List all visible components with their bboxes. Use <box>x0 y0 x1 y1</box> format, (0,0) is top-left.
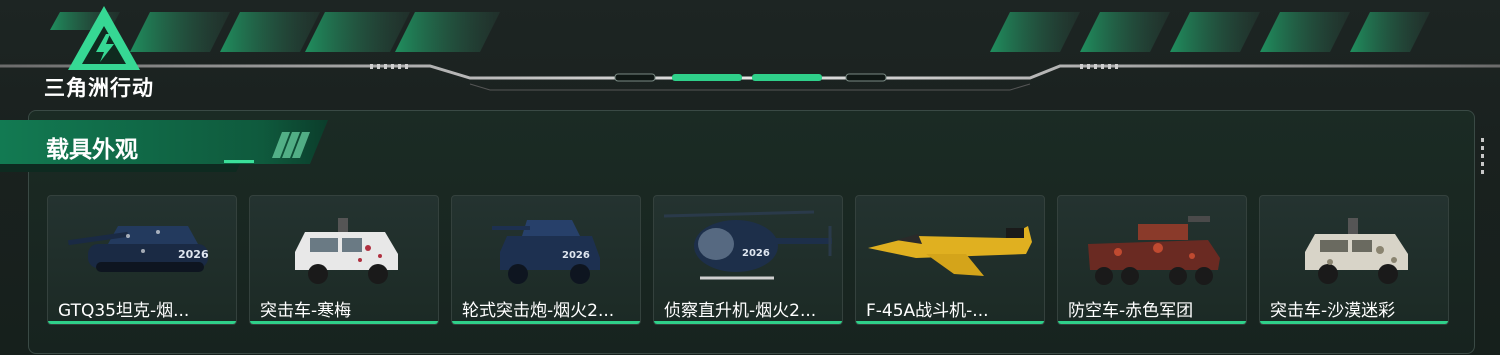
vehicle-card[interactable]: 突击车-寒梅 <box>249 195 439 325</box>
logo-wordmark: 三角洲行动 <box>44 76 154 100</box>
section-title: 载具外观 <box>46 137 138 163</box>
rarity-bar <box>1260 321 1448 324</box>
scroll-indicator <box>1481 138 1485 178</box>
vehicle-name: 轮式突击炮-烟火2... <box>462 301 615 321</box>
vehicle-card[interactable]: 2026 GTQ35坦克-烟... <box>47 195 237 325</box>
fighter-jet-icon <box>868 226 1032 276</box>
rarity-bar <box>250 321 438 324</box>
rarity-bar <box>452 321 640 324</box>
svg-text:2026: 2026 <box>742 248 770 259</box>
vehicle-card[interactable]: 防空车-赤色军团 <box>1057 195 1247 325</box>
wheeled-assault-gun-icon: 2026 <box>492 220 600 284</box>
header-decoration <box>0 12 1500 91</box>
assault-vehicle-icon <box>1305 218 1408 284</box>
vehicle-name: 突击车-沙漠迷彩 <box>1270 301 1396 321</box>
vehicle-card[interactable]: 2026 侦察直升机-烟火2... <box>653 195 843 325</box>
anti-air-vehicle-icon <box>1088 216 1220 285</box>
rarity-bar <box>1058 321 1246 324</box>
vehicle-card-list: 2026 GTQ35坦克-烟... 突击车-寒梅 2026 轮式突击炮-烟火2.… <box>47 195 1451 325</box>
rarity-bar <box>48 321 236 324</box>
svg-text:2026: 2026 <box>562 250 590 261</box>
vehicle-card[interactable]: 2026 轮式突击炮-烟火2... <box>451 195 641 325</box>
rarity-bar <box>856 321 1044 324</box>
vehicle-name: F-45A战斗机-... <box>866 301 989 321</box>
vehicle-name: 侦察直升机-烟火2... <box>664 301 817 321</box>
vehicle-name: 突击车-寒梅 <box>260 301 352 321</box>
tank-icon: 2026 <box>68 226 209 272</box>
rarity-bar <box>654 321 842 324</box>
vehicle-card[interactable]: F-45A战斗机-... <box>855 195 1045 325</box>
svg-text:2026: 2026 <box>178 248 209 261</box>
vehicle-card[interactable]: 突击车-沙漠迷彩 <box>1259 195 1449 325</box>
assault-vehicle-icon <box>295 218 398 284</box>
vehicle-name: 防空车-赤色军团 <box>1068 301 1194 321</box>
vehicle-name: GTQ35坦克-烟... <box>58 301 190 321</box>
scout-helicopter-icon: 2026 <box>663 210 832 280</box>
